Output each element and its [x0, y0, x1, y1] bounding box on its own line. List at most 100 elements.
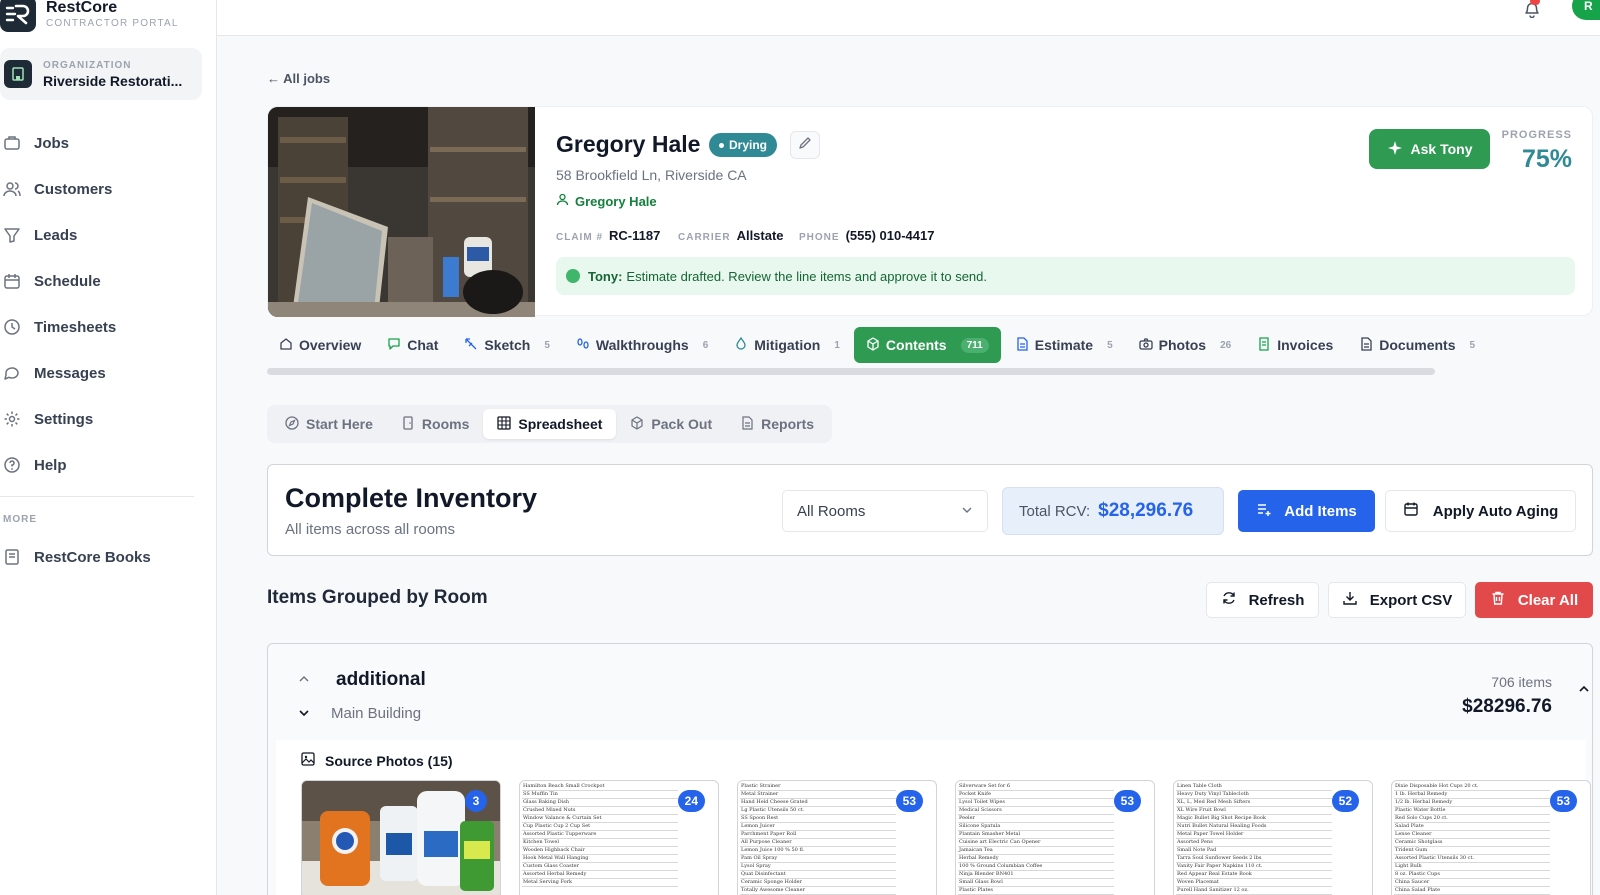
sidebar-item-customers[interactable]: Customers [0, 166, 217, 212]
receipt-line-text: Pam Oil Spray [741, 855, 778, 861]
download-icon [1342, 590, 1358, 610]
sidebar-item-messages[interactable]: Messages [0, 350, 217, 396]
sidebar-item-settings[interactable]: Settings [0, 396, 217, 442]
phone-meta: PHONE (555) 010-4417 [799, 228, 934, 243]
inventory-summary-card: Complete Inventory All items across all … [267, 464, 1593, 556]
receipt-line-text: Red Appear Real Estate Book [1177, 871, 1252, 877]
gear-icon [3, 410, 27, 428]
tab-label: Estimate [1034, 337, 1094, 353]
add-items-button[interactable]: Add Items [1238, 490, 1375, 532]
subtab-pack-out[interactable]: Pack Out [616, 409, 726, 439]
tab-sketch[interactable]: Sketch 5 [452, 327, 561, 363]
more-section-label: MORE [3, 514, 37, 525]
sidebar-item-restcore-books[interactable]: RestCore Books [0, 534, 217, 580]
tab-label: Photos [1158, 337, 1207, 353]
tab-estimate[interactable]: Estimate 5 [1003, 327, 1125, 363]
job-contact[interactable]: Gregory Hale [556, 193, 657, 209]
photo-item-count-badge: 24 [677, 790, 705, 812]
tab-walkthroughs[interactable]: Walkthroughs 6 [564, 327, 720, 363]
sidebar-item-help[interactable]: Help [0, 442, 217, 488]
ask-tony-button[interactable]: Ask Tony [1369, 129, 1490, 169]
receipt-line-text: All Purpose Cleaner [741, 839, 792, 845]
sidebar-item-leads[interactable]: Leads [0, 212, 217, 258]
help-icon [3, 456, 27, 474]
total-rcv-box: Total RCV: $28,296.76 [1002, 487, 1224, 535]
receipt-line-text: XL Wire Fruit Bowl [1177, 807, 1226, 813]
org-label: ORGANIZATION [43, 59, 132, 71]
subtab-label: Rooms [421, 416, 470, 432]
tab-count: 5 [1107, 339, 1113, 351]
brand-subtitle: CONTRACTOR PORTAL [46, 17, 179, 29]
source-photo-thumbnail[interactable]: Linen Table Cloth Heavy Duty Vinyl Tablec… [1173, 780, 1373, 895]
source-photo-thumbnail[interactable]: Plastic Strainer Metal Strainer Hand Held … [737, 780, 937, 895]
refresh-button[interactable]: Refresh [1206, 582, 1319, 618]
avatar[interactable]: R [1572, 0, 1600, 20]
chevron-down-icon[interactable] [298, 706, 310, 724]
subtab-rooms[interactable]: Rooms [387, 409, 483, 439]
subtab-reports[interactable]: Reports [726, 409, 828, 439]
receipt-rule-line [522, 886, 678, 887]
sparkle-icon [1387, 140, 1403, 159]
photo-item-count-badge: 53 [1113, 790, 1141, 812]
footprints-icon [576, 337, 590, 354]
tony-status-banner[interactable]: Tony: Estimate drafted. Review the line … [556, 257, 1575, 295]
back-to-all-jobs-link[interactable]: ← All jobs [267, 71, 330, 86]
subtab-spreadsheet[interactable]: Spreadsheet [483, 409, 617, 439]
receipt-line-text: Cup Plastic Cup 2 Cup Set [523, 823, 591, 829]
tab-invoices[interactable]: Invoices [1245, 327, 1345, 363]
chat-icon [3, 364, 27, 382]
tab-label: Chat [407, 337, 439, 353]
apply-auto-aging-button[interactable]: Apply Auto Aging [1385, 490, 1576, 532]
subtab-label: Spreadsheet [518, 416, 603, 432]
sidebar-item-timesheets[interactable]: Timesheets [0, 304, 217, 350]
receipt-line-text: Lysol Spray [741, 863, 771, 869]
document-icon [1359, 336, 1373, 354]
room-group-card: additional Main Building 706 items $2829… [267, 643, 1593, 895]
status-badge[interactable]: Drying [709, 133, 778, 157]
tab-chat[interactable]: Chat [375, 327, 450, 363]
chevron-up-icon[interactable] [298, 672, 310, 690]
progress-value: 75% [1521, 145, 1572, 173]
receipt-line-text: Lysol Toilet Wipes [959, 799, 1005, 805]
organization-switcher[interactable]: ORGANIZATION Riverside Restorati... [0, 48, 202, 100]
tab-photos[interactable]: Photos 26 [1127, 327, 1244, 363]
clear-all-label: Clear All [1517, 591, 1579, 609]
collapse-chevron-icon[interactable] [1578, 682, 1590, 700]
receipt-line-text: Assorted Plastic Utensils 30 ct. [1395, 855, 1475, 861]
receipt-line-text: 1 lb. Herbal Remedy [1395, 791, 1448, 797]
room-filter-select[interactable]: All Rooms [782, 490, 988, 532]
subtab-start-here[interactable]: Start Here [271, 409, 387, 439]
list-plus-icon [1256, 501, 1272, 521]
tab-overview[interactable]: Overview [267, 327, 373, 363]
receipt-line-text: Purell Hand Sanitizer 12 oz. [1177, 887, 1249, 893]
export-csv-button[interactable]: Export CSV [1328, 582, 1466, 618]
box-icon [630, 415, 644, 433]
carrier-name: Allstate [736, 228, 784, 243]
brand[interactable]: RestCore CONTRACTOR PORTAL [0, 0, 179, 34]
sidebar-item-jobs[interactable]: Jobs [0, 120, 217, 166]
tab-contents[interactable]: Contents 711 [853, 327, 1001, 363]
receipt-line-text: 1/2 lb. Herbal Remedy [1395, 799, 1453, 805]
phone-number[interactable]: (555) 010-4417 [846, 228, 935, 243]
source-photos-section: Source Photos (15) 3 Hamilton Beach Smal… [276, 740, 1591, 895]
refresh-icon [1221, 590, 1237, 610]
sidebar-item-schedule[interactable]: Schedule [0, 258, 217, 304]
items-grouped-title: Items Grouped by Room [267, 587, 488, 608]
source-photo-thumbnail[interactable]: Hamilton Beach Small Crockpot SS Muffin T… [519, 780, 719, 895]
source-photo-thumbnail[interactable]: 3 [301, 780, 501, 895]
receipt-rule-line [958, 814, 1114, 815]
edit-job-button[interactable] [790, 131, 820, 159]
photo-item-count-badge: 3 [465, 790, 487, 812]
tabs-scrollbar[interactable] [267, 368, 1435, 375]
tab-mitigation[interactable]: Mitigation 1 [722, 327, 852, 363]
source-photo-thumbnail[interactable]: Dixie Disposable Hot Cups 20 ct. 1 lb. He… [1391, 780, 1591, 895]
sidebar-item-label: Schedule [34, 272, 101, 290]
add-items-label: Add Items [1284, 502, 1357, 520]
job-cover-photo[interactable] [268, 107, 535, 317]
receipt-line-text: Plantain Smasher Metal [959, 831, 1021, 837]
tab-documents[interactable]: Documents 5 [1347, 327, 1487, 363]
source-photo-thumbnail[interactable]: Silverware Set for 6 Pocket Knife Lysol To… [955, 780, 1155, 895]
receipt-line-text: Assorted Plastic Tupperware [523, 831, 597, 837]
tab-count: 1 [834, 339, 840, 351]
clear-all-button[interactable]: Clear All [1475, 582, 1593, 618]
